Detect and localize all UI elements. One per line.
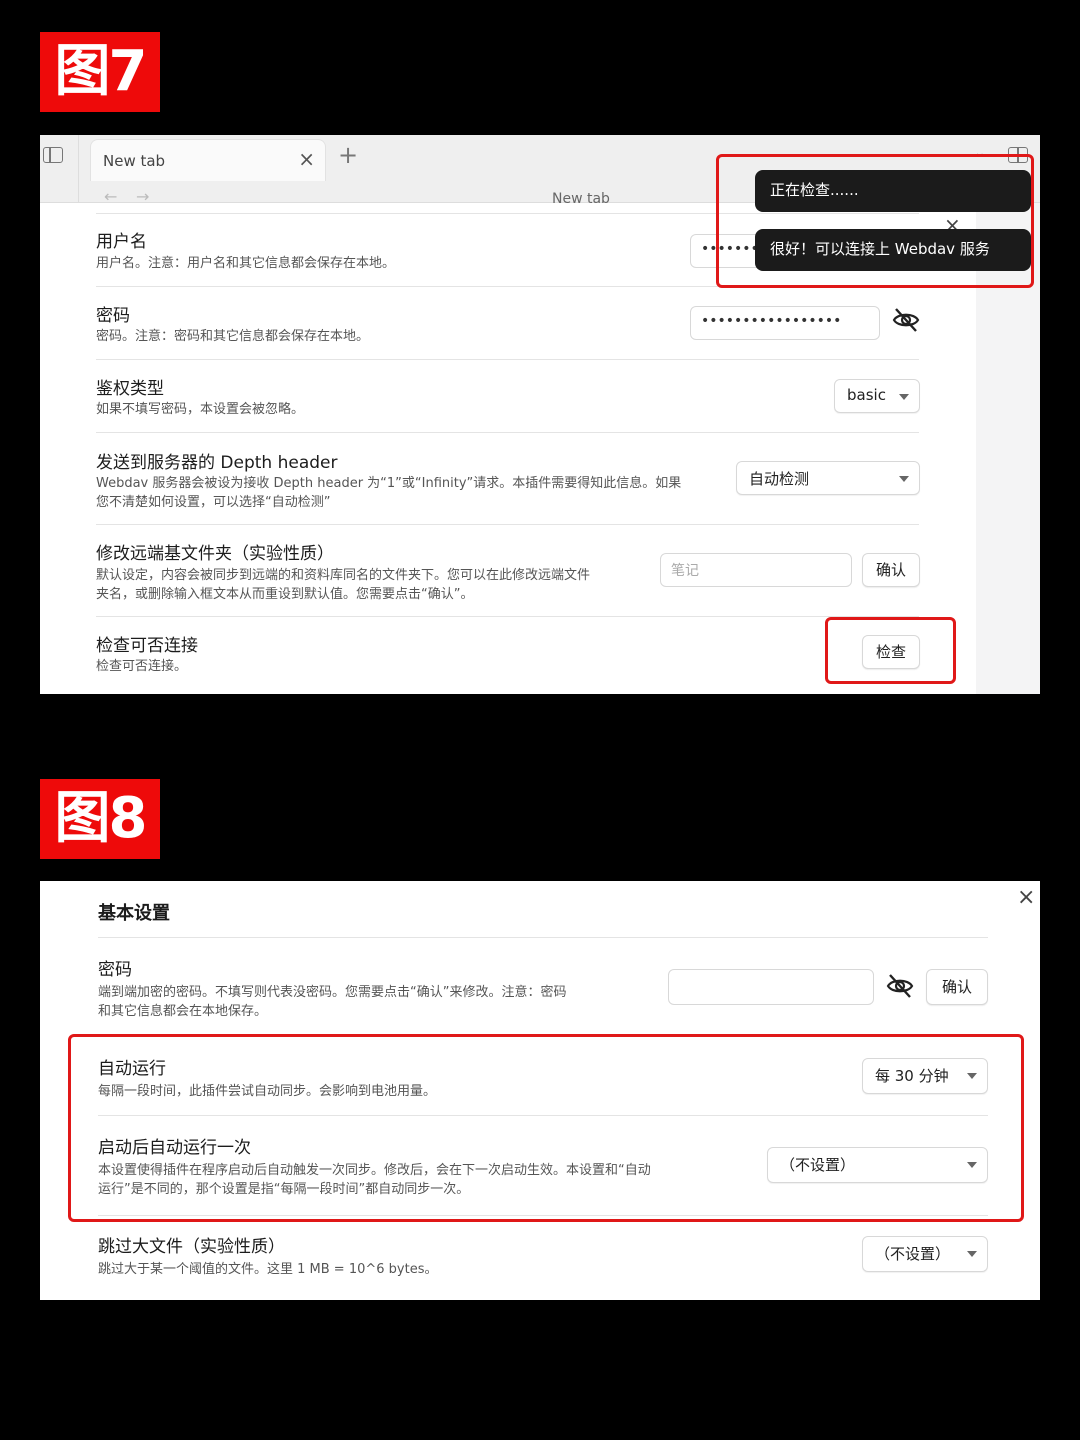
highlight-box	[68, 1034, 1024, 1222]
figure-7-label: 图7	[40, 32, 160, 112]
confirm-button[interactable]: 确认	[862, 553, 920, 587]
depth-header-desc-line2: 您不清楚如何设置，可以选择“自动检测”	[96, 495, 331, 510]
highlight-box	[825, 617, 956, 684]
remote-folder-placeholder: 笔记	[671, 563, 699, 579]
username-desc: 用户名。注意：用户名和其它信息都会保存在本地。	[96, 256, 396, 271]
remote-folder-input[interactable]: 笔记	[660, 553, 852, 587]
depth-header-title: 发送到服务器的 Depth header	[96, 453, 338, 473]
depth-header-select[interactable]: 自动检测	[736, 461, 920, 495]
auth-type-desc: 如果不填写密码，本设置会被忽略。	[96, 402, 305, 417]
depth-header-value: 自动检测	[749, 470, 810, 488]
tab-close-icon[interactable]: ×	[298, 148, 315, 170]
auth-type-title: 鉴权类型	[96, 379, 164, 399]
password-desc: 密码。注意：密码和其它信息都会保存在本地。	[96, 329, 370, 344]
figure-7-screenshot: New tab × + ⌄ ← → New tab 用户名 用户名。注意：用户名…	[40, 135, 1040, 694]
remote-folder-desc-line1: 默认设定，内容会被同步到远端的和资料库同名的文件夹下。您可以在此修改远端文件	[96, 568, 591, 583]
new-tab-icon[interactable]: +	[338, 141, 358, 169]
eye-off-icon[interactable]	[885, 971, 915, 1001]
e2e-password-input[interactable]	[668, 969, 874, 1005]
divider	[96, 616, 919, 617]
password-title: 密码	[96, 306, 130, 326]
figure-8-label: 图8	[40, 779, 160, 859]
e2e-password-desc-line1: 端到端加密的密码。不填写则代表没密码。您需要点击“确认”来修改。注意：密码	[98, 985, 567, 1000]
e2e-password-desc-line2: 和其它信息都会在本地保存。	[98, 1004, 268, 1019]
divider	[98, 937, 988, 938]
divider	[96, 432, 919, 433]
divider	[78, 135, 79, 203]
check-connect-desc: 检查可否连接。	[96, 659, 188, 674]
e2e-password-title: 密码	[98, 960, 132, 980]
skip-large-select[interactable]: （不设置）	[862, 1236, 988, 1272]
sidebar-toggle-icon[interactable]	[43, 147, 63, 163]
check-connect-title: 检查可否连接	[96, 636, 198, 656]
skip-large-desc: 跳过大于某一个阈值的文件。这里 1 MB = 10^6 bytes。	[98, 1262, 438, 1277]
browser-tab[interactable]: New tab ×	[90, 139, 326, 181]
highlight-box	[716, 154, 1034, 288]
password-value: •••••••••••••••••	[701, 313, 842, 329]
divider	[96, 359, 919, 360]
remote-folder-desc-line2: 夹名，或删除输入框文本从而重设到默认值。您需要点击“确认”。	[96, 587, 474, 602]
eye-off-icon[interactable]	[891, 305, 921, 335]
tab-title: New tab	[103, 152, 166, 170]
skip-large-title: 跳过大文件（实验性质）	[98, 1237, 285, 1257]
figure-8-screenshot: × 基本设置 密码 端到端加密的密码。不填写则代表没密码。您需要点击“确认”来修…	[40, 881, 1040, 1300]
auth-type-select[interactable]: basic	[834, 379, 920, 413]
skip-large-value: （不设置）	[875, 1245, 951, 1263]
divider	[96, 524, 919, 525]
depth-header-desc-line1: Webdav 服务器会被设为接收 Depth header 为“1”或“Infi…	[96, 476, 682, 491]
chevron-down-icon	[967, 1251, 977, 1257]
chevron-down-icon	[899, 394, 909, 400]
auth-type-value: basic	[847, 386, 886, 404]
password-input[interactable]: •••••••••••••••••	[690, 306, 880, 340]
close-icon[interactable]: ×	[1017, 885, 1035, 910]
username-title: 用户名	[96, 232, 147, 252]
confirm-button[interactable]: 确认	[926, 969, 988, 1005]
section-heading: 基本设置	[98, 903, 170, 924]
chevron-down-icon	[899, 476, 909, 482]
remote-folder-title: 修改远端基文件夹（实验性质）	[96, 544, 334, 564]
